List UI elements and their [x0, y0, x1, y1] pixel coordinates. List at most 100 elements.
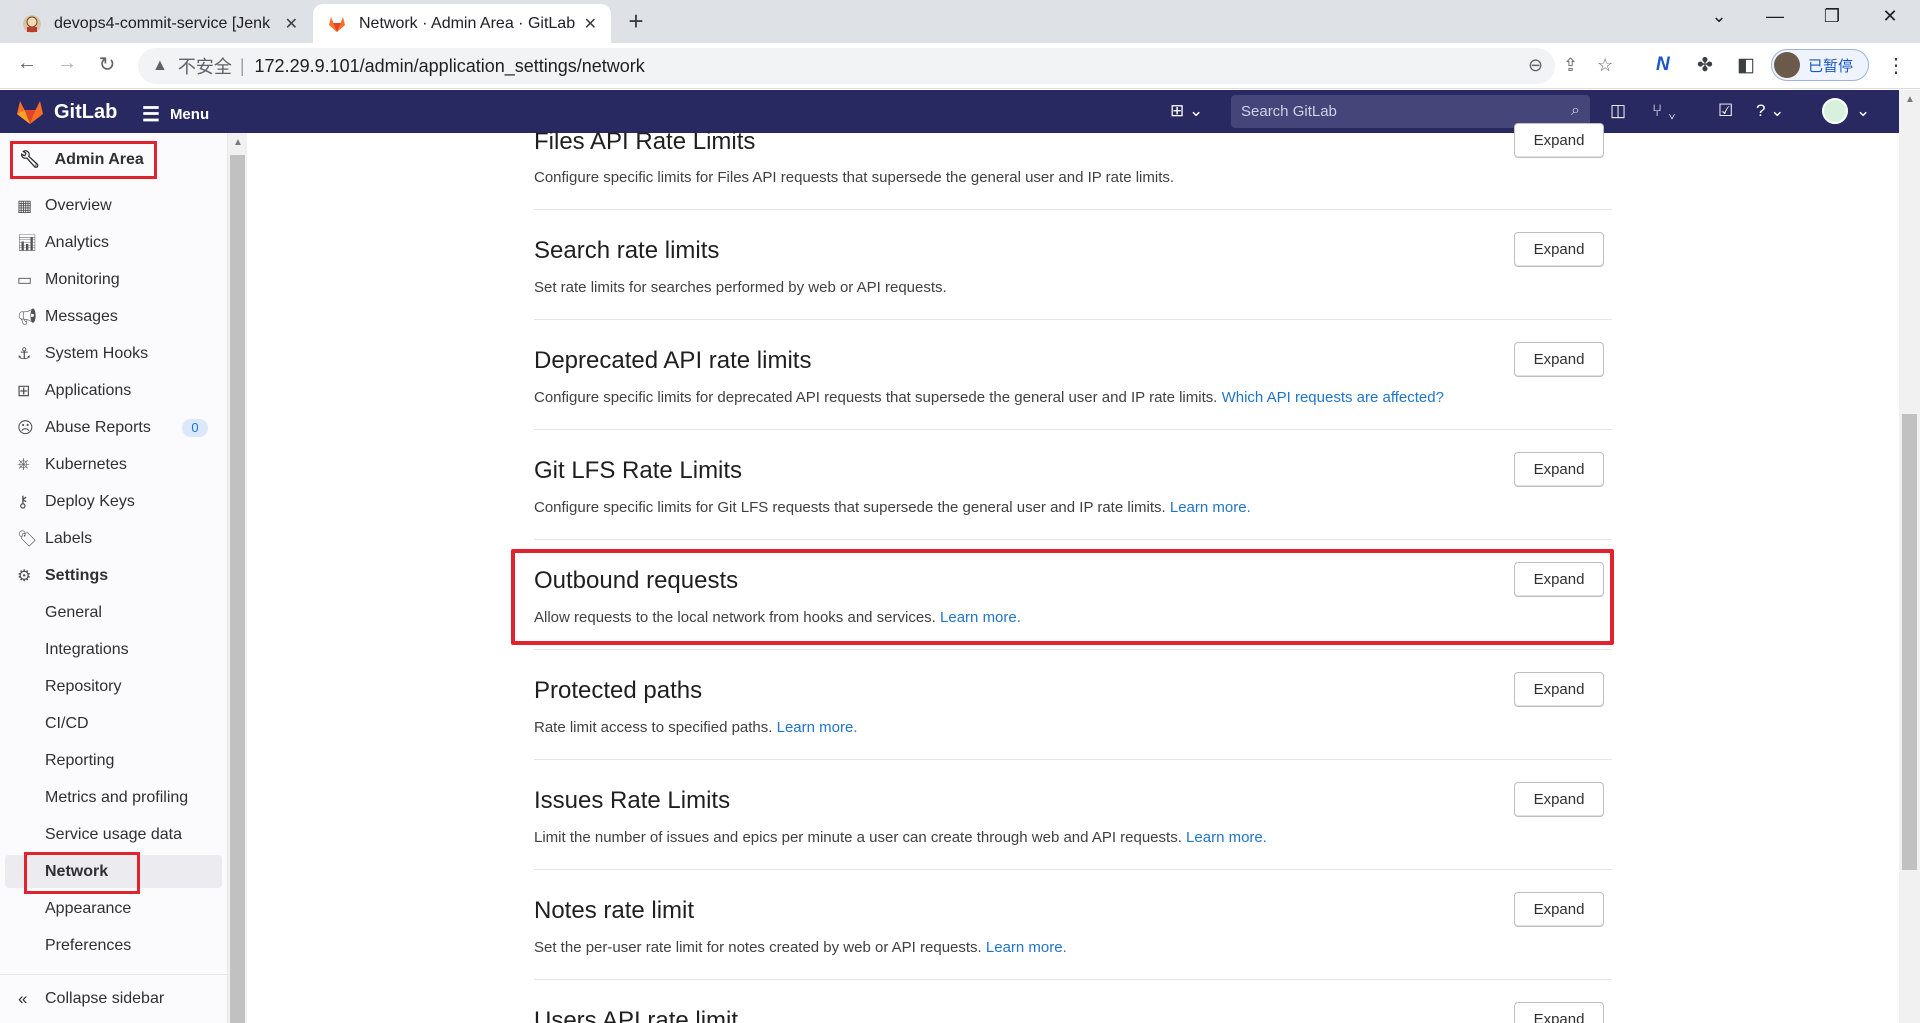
section-title: Protected paths [534, 677, 703, 704]
admin-area-header[interactable]: 🔧︎ Admin Area [10, 141, 157, 179]
page-scrollbar[interactable]: ▲ [1899, 90, 1920, 1023]
apps-icon: ⊞ [17, 383, 31, 400]
menu-label: Menu [169, 106, 210, 123]
expand-button[interactable]: Expand [1514, 452, 1604, 487]
side-panel-icon[interactable]: ◧ [1737, 54, 1755, 77]
merge-requests-icon[interactable]: ⑂ ⌄ [1652, 101, 1677, 121]
settings-item-repository[interactable]: Repository [0, 672, 228, 702]
scrollbar-thumb[interactable] [1902, 414, 1917, 870]
help-icon[interactable]: ? ⌄ [1756, 101, 1784, 121]
sidebar-item-label: Preferences [45, 937, 132, 954]
sidebar-item-kubernetes[interactable]: ⎈ Kubernetes [0, 450, 228, 480]
sidebar-item-overview[interactable]: ▦ Overview [0, 191, 228, 221]
close-window-button[interactable]: ✕ [1870, 6, 1910, 27]
settings-item-appearance[interactable]: Appearance [0, 894, 228, 924]
settings-item-preferences[interactable]: Preferences [0, 931, 228, 961]
sidebar-item-label: Labels [45, 530, 93, 547]
tab-jenkins[interactable]: devops4-commit-service [Jenk ✕ [8, 4, 312, 43]
tab-title: Network · Admin Area · GitLab [359, 14, 576, 32]
new-tab-button[interactable]: + [620, 6, 652, 37]
close-tab-icon[interactable]: ✕ [285, 14, 298, 34]
sidebar-scrollbar[interactable]: ▲ [228, 133, 247, 1023]
network-highlight-box [24, 852, 140, 894]
extension-n-icon[interactable]: N [1656, 54, 1670, 76]
section-description-text: Configure specific limits for Files API … [534, 169, 1175, 186]
settings-item-service-usage[interactable]: Service usage data [0, 820, 228, 850]
scroll-up-arrow-icon[interactable]: ▲ [233, 137, 243, 148]
issues-icon[interactable]: ◫ [1610, 101, 1626, 121]
user-avatar[interactable] [1822, 98, 1848, 124]
settings-item-metrics[interactable]: Metrics and profiling [0, 783, 228, 813]
sidebar-item-label: General [45, 604, 102, 621]
section-description: Rate limit access to specified paths. Le… [534, 719, 858, 736]
section-title: Search rate limits [534, 237, 720, 264]
section-title: Issues Rate Limits [534, 787, 731, 814]
close-tab-icon[interactable]: ✕ [584, 14, 597, 34]
label-icon: 🏷︎ [17, 531, 38, 548]
address-bar[interactable]: ▲ 不安全 | 172.29.9.101/admin/application_s… [138, 48, 1613, 84]
sidebar-item-analytics[interactable]: 📊︎ Analytics [0, 228, 228, 258]
sidebar-item-system-hooks[interactable]: ⚓︎ System Hooks [0, 339, 228, 369]
search-icon: ⌕ [1571, 102, 1580, 119]
share-icon[interactable]: ⇪ [1563, 55, 1578, 76]
section-description-text: Configure specific limits for deprecated… [534, 389, 1218, 406]
sidebar-item-labels[interactable]: 🏷︎ Labels [0, 524, 228, 554]
reload-icon[interactable]: ↻ [92, 52, 122, 77]
expand-button[interactable]: Expand [1514, 123, 1604, 158]
extensions-puzzle-icon[interactable]: ✤ [1697, 54, 1713, 77]
warning-triangle-icon: ▲ [152, 57, 168, 74]
profile-button[interactable]: 已暂停 [1771, 49, 1869, 81]
zoom-icon[interactable]: ⊖ [1528, 55, 1543, 76]
grid-icon: ▦ [17, 198, 33, 215]
todos-icon[interactable]: ☑ [1718, 101, 1733, 121]
forward-arrow-icon[interactable]: → [52, 52, 82, 75]
section-title: Files API Rate Limits [534, 128, 756, 155]
menu-button[interactable]: ☰ Menu [142, 102, 209, 127]
expand-button[interactable]: Expand [1514, 342, 1604, 377]
collapse-sidebar-button[interactable]: « Collapse sidebar [0, 974, 228, 1023]
minimize-button[interactable]: — [1755, 6, 1795, 27]
bookmark-star-icon[interactable]: ☆ [1597, 55, 1613, 76]
jenkins-icon [23, 14, 41, 33]
expand-button[interactable]: Expand [1514, 782, 1604, 817]
settings-item-cicd[interactable]: CI/CD [0, 709, 228, 739]
learn-more-link[interactable]: Learn more. [1170, 499, 1251, 516]
key-icon: ⚷ [17, 494, 29, 511]
learn-more-link[interactable]: Learn more. [986, 939, 1067, 956]
gitlab-home-link[interactable]: GitLab [16, 99, 117, 125]
sidebar-item-label: Kubernetes [45, 456, 127, 473]
section-description: Configure specific limits for Git LFS re… [534, 499, 1251, 516]
settings-item-integrations[interactable]: Integrations [0, 635, 228, 665]
settings-item-reporting[interactable]: Reporting [0, 746, 228, 776]
new-item-plus-icon[interactable]: ⊞ ⌄ [1170, 101, 1203, 121]
sidebar-item-messages[interactable]: 📢︎ Messages [0, 302, 228, 332]
settings-section-files-api: Files API Rate Limits Configure specific… [534, 123, 1612, 210]
chevron-down-icon[interactable]: ⌄ [1856, 101, 1870, 121]
settings-item-general[interactable]: General [0, 598, 228, 628]
scroll-up-arrow-icon[interactable]: ▲ [1905, 94, 1915, 105]
tab-gitlab-network[interactable]: Network · Admin Area · GitLab ✕ [313, 4, 611, 43]
sidebar-item-label: CI/CD [45, 715, 89, 732]
admin-area-title: Admin Area [54, 151, 144, 168]
help-link[interactable]: Which API requests are affected? [1222, 389, 1444, 406]
expand-button[interactable]: Expand [1514, 892, 1604, 927]
settings-section-search: Search rate limits Set rate limits for s… [534, 210, 1612, 320]
sad-face-icon: ☹ [17, 420, 34, 437]
section-description-text: Set the per-user rate limit for notes cr… [534, 939, 982, 956]
sidebar-item-settings[interactable]: ⚙ Settings [0, 561, 228, 591]
back-arrow-icon[interactable]: ← [12, 52, 42, 75]
scrollbar-thumb[interactable] [230, 155, 245, 1023]
sidebar-item-monitoring[interactable]: ▭ Monitoring [0, 265, 228, 295]
sidebar-item-abuse-reports[interactable]: ☹ Abuse Reports 0 [0, 413, 228, 443]
sidebar-item-applications[interactable]: ⊞ Applications [0, 376, 228, 406]
restore-button[interactable]: ❐ [1812, 6, 1852, 27]
browser-menu-icon[interactable]: ⋮ [1886, 53, 1906, 78]
sidebar-item-deploy-keys[interactable]: ⚷ Deploy Keys [0, 487, 228, 517]
learn-more-link[interactable]: Learn more. [777, 719, 858, 736]
learn-more-link[interactable]: Learn more. [1186, 829, 1267, 846]
tab-search-chevron-icon[interactable]: ⌄ [1699, 6, 1739, 27]
expand-button[interactable]: Expand [1514, 672, 1604, 707]
sidebar-item-label: Deploy Keys [45, 493, 135, 510]
expand-button[interactable]: Expand [1514, 1002, 1604, 1023]
expand-button[interactable]: Expand [1514, 232, 1604, 267]
